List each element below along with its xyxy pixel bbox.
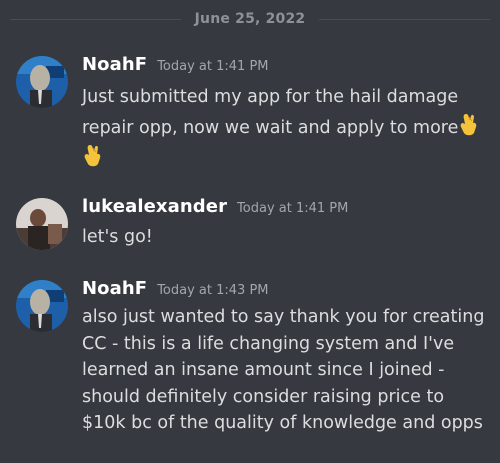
date-divider: June 25, 2022: [10, 7, 491, 31]
message-timestamp[interactable]: Today at 1:43 PM: [157, 283, 268, 298]
message: lukealexander Today at 1:41 PM let's go!: [0, 196, 500, 260]
message-body: let's go!: [82, 222, 490, 252]
message-header: lukealexander Today at 1:41 PM: [82, 196, 490, 222]
author-name[interactable]: NoahF: [82, 278, 147, 299]
message-text: also just wanted to say thank you for cr…: [82, 307, 485, 433]
message-body: also just wanted to say thank you for cr…: [82, 304, 490, 437]
divider-line-left: [10, 18, 181, 20]
message-timestamp[interactable]: Today at 1:41 PM: [237, 201, 348, 216]
divider-line-right: [319, 18, 491, 20]
message: NoahF Today at 1:41 PM Just submitted my…: [0, 54, 500, 184]
fingers-crossed-icon: [82, 143, 104, 169]
avatar-lukealexander[interactable]: [16, 198, 68, 250]
message-header: NoahF Today at 1:43 PM: [82, 278, 490, 304]
author-name[interactable]: lukealexander: [82, 196, 227, 217]
message-body: Just submitted my app for the hail damag…: [82, 82, 490, 174]
message-text: Just submitted my app for the hail damag…: [82, 87, 459, 138]
author-name[interactable]: NoahF: [82, 54, 147, 75]
message-header: NoahF Today at 1:41 PM: [82, 54, 490, 80]
message-text: let's go!: [82, 227, 153, 247]
avatar-image: [16, 56, 68, 108]
message: NoahF Today at 1:43 PM also just wanted …: [0, 278, 500, 458]
date-divider-label: June 25, 2022: [194, 11, 306, 27]
avatar-noahf[interactable]: [16, 280, 68, 332]
message-timestamp[interactable]: Today at 1:41 PM: [157, 59, 268, 74]
avatar-noahf[interactable]: [16, 56, 68, 108]
avatar-image: [16, 280, 68, 332]
fingers-crossed-icon: [458, 112, 480, 138]
avatar-image: [16, 198, 68, 250]
